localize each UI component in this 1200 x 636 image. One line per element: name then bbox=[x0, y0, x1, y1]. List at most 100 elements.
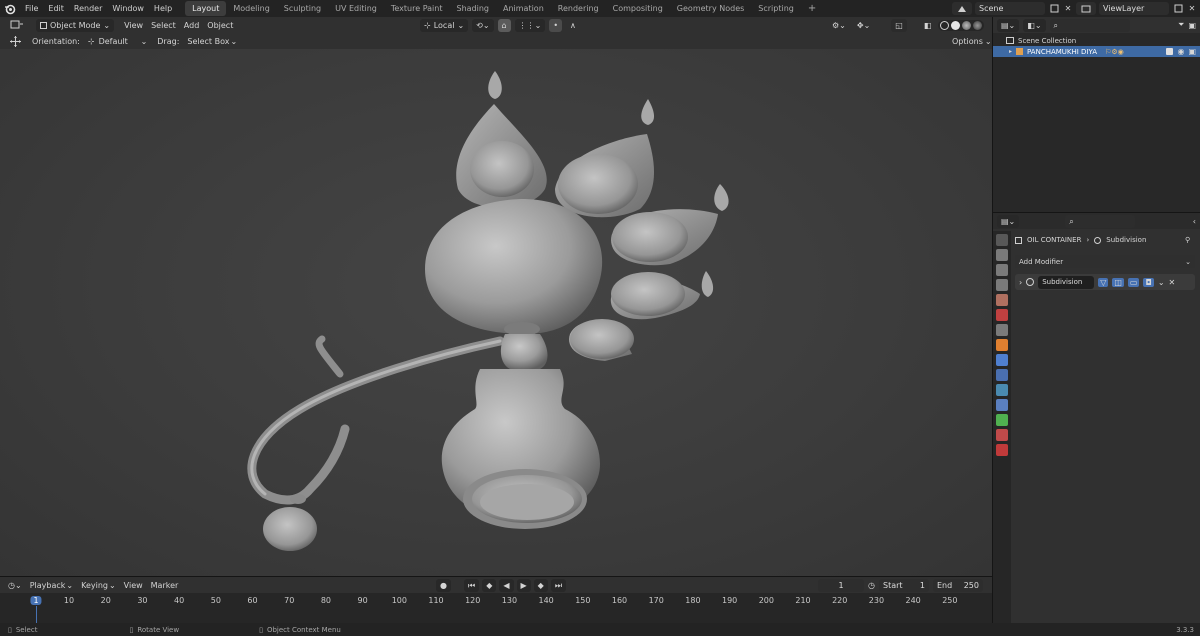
outliner-editor-icon[interactable]: ▤⌄ bbox=[997, 18, 1020, 32]
pivot-point-icon[interactable]: ⟲⌄ bbox=[472, 19, 494, 32]
scene-field[interactable]: Scene bbox=[975, 2, 1045, 15]
modifier-name-input[interactable]: Subdivision bbox=[1038, 275, 1095, 289]
tab-layout[interactable]: Layout bbox=[185, 1, 227, 16]
visibility-eye-icon[interactable]: ◉ bbox=[1177, 47, 1184, 56]
next-keyframe-icon[interactable]: ◆ bbox=[533, 578, 548, 592]
particles-tab-icon[interactable] bbox=[996, 369, 1008, 381]
filter-icon[interactable]: ⏷ bbox=[1178, 20, 1184, 30]
diya-model[interactable] bbox=[0, 49, 992, 577]
constraints-tab-icon[interactable] bbox=[996, 399, 1008, 411]
tab-geometry-nodes[interactable]: Geometry Nodes bbox=[670, 1, 751, 16]
remove-view-layer-icon[interactable]: ✕ bbox=[1187, 2, 1197, 15]
tool-tab-icon[interactable] bbox=[996, 234, 1008, 246]
remove-scene-icon[interactable]: ✕ bbox=[1063, 2, 1073, 15]
add-workspace-button[interactable]: + bbox=[801, 1, 823, 16]
menu-marker[interactable]: Marker bbox=[147, 579, 183, 592]
menu-timeline-view[interactable]: View bbox=[120, 579, 147, 592]
rendered-shading-icon[interactable] bbox=[973, 21, 983, 30]
object-tab-icon[interactable] bbox=[996, 339, 1008, 351]
tab-shading[interactable]: Shading bbox=[449, 1, 496, 16]
outliner-search-input[interactable]: ⌕ bbox=[1049, 18, 1130, 32]
mode-dropdown[interactable]: Object Mode ⌄ bbox=[36, 18, 115, 32]
data-tab-icon[interactable] bbox=[996, 414, 1008, 426]
pin-icon[interactable]: ⚲ bbox=[1185, 236, 1190, 244]
menu-file[interactable]: File bbox=[20, 4, 43, 13]
world-tab-icon[interactable] bbox=[996, 309, 1008, 321]
vertical-divider[interactable] bbox=[992, 17, 993, 623]
new-collection-icon[interactable]: ▣ bbox=[1188, 21, 1196, 30]
proportional-editing-icon[interactable]: • bbox=[549, 19, 563, 32]
frame-ruler[interactable]: 1 10 20 30 40 50 60 70 80 90 100 110 120 130 140 150 160… bbox=[0, 593, 992, 623]
wireframe-shading-icon[interactable] bbox=[940, 21, 950, 30]
editor-type-icon[interactable] bbox=[6, 19, 28, 32]
tab-uv-editing[interactable]: UV Editing bbox=[328, 1, 384, 16]
close-icon[interactable]: ✕ bbox=[1169, 278, 1176, 287]
material-shading-icon[interactable] bbox=[962, 21, 972, 30]
render-camera-icon[interactable]: ▣ bbox=[1188, 47, 1196, 56]
menu-window[interactable]: Window bbox=[107, 4, 149, 13]
play-icon[interactable]: ▶ bbox=[516, 578, 531, 592]
render-tab-icon[interactable] bbox=[996, 249, 1008, 261]
physics-tab-icon[interactable] bbox=[996, 384, 1008, 396]
output-tab-icon[interactable] bbox=[996, 264, 1008, 276]
tab-animation[interactable]: Animation bbox=[496, 1, 551, 16]
menu-add[interactable]: Add bbox=[180, 19, 204, 32]
frame-end-field[interactable]: End 250 bbox=[932, 578, 983, 592]
outliner-object-row[interactable]: ▸ PANCHAMUKHI DIYA ⚐⚙◉ ◉ ▣ bbox=[993, 46, 1200, 57]
new-scene-icon[interactable] bbox=[1048, 2, 1060, 15]
xray-toggle-icon[interactable]: ◧ bbox=[920, 19, 936, 32]
jump-start-icon[interactable]: ⏮ bbox=[463, 578, 480, 592]
tab-rendering[interactable]: Rendering bbox=[551, 1, 606, 16]
view-layer-tab-icon[interactable] bbox=[996, 279, 1008, 291]
orientation-dropdown[interactable]: ⊹ Default ⌄ bbox=[84, 35, 151, 48]
tab-scripting[interactable]: Scripting bbox=[751, 1, 801, 16]
tab-modeling[interactable]: Modeling bbox=[226, 1, 276, 16]
tab-texture-paint[interactable]: Texture Paint bbox=[384, 1, 450, 16]
menu-render[interactable]: Render bbox=[69, 4, 107, 13]
menu-edit[interactable]: Edit bbox=[43, 4, 69, 13]
3d-viewport[interactable] bbox=[0, 49, 992, 577]
timeline-divider[interactable] bbox=[0, 576, 992, 577]
snap-icon[interactable]: ⌂ bbox=[497, 19, 511, 32]
scene-tab-icon[interactable] bbox=[996, 294, 1008, 306]
edit-mode-toggle-icon[interactable]: ▽ bbox=[1098, 277, 1109, 287]
transform-tool-icon[interactable] bbox=[8, 34, 22, 48]
collection-tab-icon[interactable] bbox=[996, 324, 1008, 336]
drag-dropdown[interactable]: Select Box ⌄ bbox=[183, 35, 241, 48]
frame-start-field[interactable]: Start 1 bbox=[878, 578, 929, 592]
new-view-layer-icon[interactable] bbox=[1172, 2, 1184, 15]
viewport-toggle-icon[interactable]: ▭ bbox=[1127, 277, 1140, 287]
transform-space-dropdown[interactable]: ⊹ Local ⌄ bbox=[420, 19, 469, 32]
exclude-checkbox-icon[interactable] bbox=[1166, 48, 1174, 55]
menu-playback[interactable]: Playback ⌄ bbox=[26, 579, 77, 592]
collapse-arrow-icon[interactable]: › bbox=[1019, 278, 1022, 287]
cage-toggle-icon[interactable]: ◫ bbox=[1112, 277, 1124, 287]
current-frame-field[interactable]: 1 bbox=[818, 578, 864, 592]
tab-sculpting[interactable]: Sculpting bbox=[277, 1, 328, 16]
menu-select[interactable]: Select bbox=[147, 19, 180, 32]
menu-view[interactable]: View bbox=[120, 19, 147, 32]
menu-help[interactable]: Help bbox=[149, 4, 177, 13]
solid-shading-icon[interactable] bbox=[951, 21, 961, 30]
add-modifier-dropdown[interactable]: Add Modifier ⌄ bbox=[1015, 255, 1195, 268]
stopwatch-icon[interactable]: ◷ bbox=[868, 581, 875, 590]
horizontal-divider[interactable] bbox=[993, 212, 1200, 213]
falloff-icon[interactable]: ∧ bbox=[566, 19, 580, 32]
jump-end-icon[interactable]: ⏭ bbox=[550, 578, 567, 592]
modifier-menu-icon[interactable]: ⌄ bbox=[1158, 278, 1165, 287]
properties-search-input[interactable]: ⌕ bbox=[1065, 214, 1136, 228]
modifier-tab-icon[interactable] bbox=[996, 354, 1008, 366]
xray-icon[interactable]: ◱ bbox=[891, 19, 907, 32]
texture-tab-icon[interactable] bbox=[996, 444, 1008, 456]
material-tab-icon[interactable] bbox=[996, 429, 1008, 441]
snap-target-icon[interactable]: ⋮⋮⌄ bbox=[514, 19, 546, 32]
menu-keying[interactable]: Keying ⌄ bbox=[77, 579, 120, 592]
timeline-editor-icon[interactable]: ◷⌄ bbox=[4, 579, 26, 592]
view-layer-field[interactable]: ViewLayer bbox=[1099, 2, 1169, 15]
properties-options-icon[interactable]: ‹ bbox=[1193, 217, 1196, 226]
scene-collection-row[interactable]: Scene Collection bbox=[993, 35, 1200, 46]
options-dropdown[interactable]: Options ⌄ bbox=[948, 35, 996, 48]
play-reverse-icon[interactable]: ◀ bbox=[499, 578, 514, 592]
view-layer-icon[interactable] bbox=[1076, 2, 1096, 15]
gizmo-icon[interactable]: ⚙⌄ bbox=[828, 19, 850, 32]
